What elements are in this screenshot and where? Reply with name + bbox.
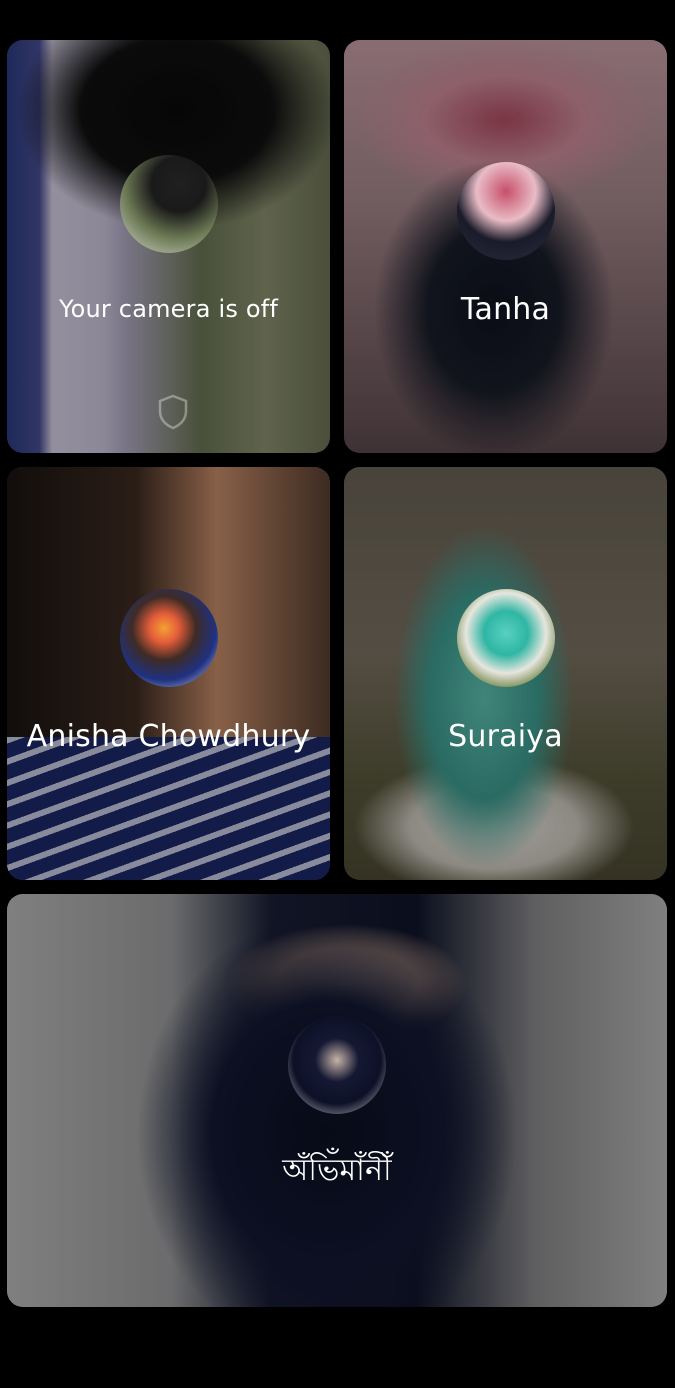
participant-tile[interactable]: Suraiya [344, 467, 667, 880]
participant-name: Tanha [460, 292, 551, 327]
avatar [119, 155, 218, 253]
participant-tile[interactable]: অঁভিঁমাঁনীঁ [7, 894, 667, 1307]
avatar [456, 589, 555, 687]
participant-tile-self[interactable]: Your camera is off [7, 40, 330, 453]
video-call-grid: Your camera is off Tanha Anisha Chowdhur… [0, 0, 675, 1388]
participant-tile[interactable]: Tanha [344, 40, 667, 453]
avatar [288, 1016, 386, 1114]
participant-name: অঁভিঁমাঁনীঁ [282, 1153, 392, 1188]
camera-off-label: Your camera is off [58, 295, 279, 323]
shield-icon [158, 394, 188, 430]
participant-name: Suraiya [448, 719, 563, 754]
avatar [456, 162, 555, 260]
avatar [119, 589, 218, 687]
participant-tile[interactable]: Anisha Chowdhury [7, 467, 330, 880]
participant-name: Anisha Chowdhury [26, 719, 311, 754]
